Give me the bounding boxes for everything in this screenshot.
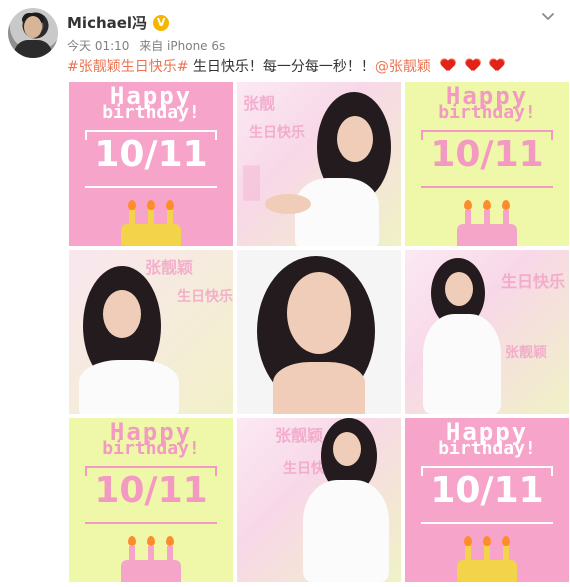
cake-icon (457, 200, 517, 246)
post-meta: 今天 01:10 来自 iPhone 6s (67, 37, 231, 54)
card-birthday-text: birthday! (438, 438, 536, 459)
image-tile-photo[interactable] (237, 250, 401, 414)
card-date: 10/11 (94, 134, 208, 175)
card-date: 10/11 (430, 470, 544, 511)
decorative-characters: 生日快乐 (249, 125, 305, 141)
card-birthday-text: birthday! (438, 102, 536, 123)
weibo-post: Michael冯 V 今天 01:10 来自 iPhone 6s #张靓颖生日快… (0, 0, 570, 587)
shoulders (273, 362, 365, 414)
verified-badge-icon: V (153, 14, 170, 31)
decorative-characters: 张靓颖 (275, 426, 324, 445)
cake-icon (121, 536, 181, 582)
image-tile-birthday-card[interactable]: Happy birthday! 10/11 (69, 82, 233, 246)
image-grid: Happy birthday! 10/11 张靓 生日快乐 ▮ Happy bi… (69, 82, 569, 583)
white-top (295, 178, 379, 246)
face (103, 290, 141, 338)
post-source: 来自 iPhone 6s (139, 39, 226, 53)
image-tile-birthday-card[interactable]: Happy birthday! 10/11 (69, 418, 233, 582)
heart-emoji-icon (441, 59, 455, 72)
image-tile-birthday-card[interactable]: Happy birthday! 10/11 (405, 82, 569, 246)
decorative-characters: 生日快乐 (501, 272, 566, 291)
chevron-down-icon[interactable] (540, 8, 556, 24)
post-text: #张靓颖生日快乐# 生日快乐！每一分每一秒！！@张靓颖 (67, 58, 504, 76)
heart-emoji-icon (490, 59, 504, 72)
white-top (303, 480, 389, 582)
decorative-characters: 张靓颖 (505, 345, 547, 361)
decorative-characters: 生日快乐 (177, 289, 233, 305)
post-time[interactable]: 今天 01:10 (67, 39, 129, 53)
avatar-shirt (14, 40, 52, 58)
name-row: Michael冯 V (67, 12, 170, 33)
heart-emoji-icon (466, 59, 480, 72)
image-tile-birthday-card[interactable]: Happy birthday! 10/11 (405, 418, 569, 582)
card-birthday-text: birthday! (102, 438, 200, 459)
face (333, 432, 361, 466)
face (287, 272, 351, 354)
cake-icon (121, 200, 181, 246)
image-tile-photo[interactable]: 生日快乐 张靓颖 (405, 250, 569, 414)
hashtag-link[interactable]: #张靓颖生日快乐# (67, 59, 188, 75)
cake-icon (457, 536, 517, 582)
decorative-characters: 张靓颖 (145, 258, 194, 277)
post-message: 生日快乐！每一分每一秒！！ (188, 59, 375, 75)
card-date: 10/11 (430, 134, 544, 175)
white-top (423, 314, 501, 414)
card-birthday-text: birthday! (102, 102, 200, 123)
arm (265, 194, 311, 214)
face (337, 116, 373, 162)
avatar-face (24, 16, 42, 38)
mention-link[interactable]: @张靓颖 (375, 59, 431, 75)
avatar[interactable] (8, 8, 58, 58)
image-tile-photo[interactable]: 张靓颖 生日快乐 (237, 418, 401, 582)
image-tile-photo[interactable]: 张靓 生日快乐 ▮ (237, 82, 401, 246)
white-top (79, 360, 179, 414)
face (445, 272, 473, 306)
username[interactable]: Michael冯 (67, 12, 147, 33)
card-date: 10/11 (94, 470, 208, 511)
decorative-characters: 张靓 (243, 94, 276, 113)
decorative-shape: ▮ (239, 152, 265, 206)
image-tile-photo[interactable]: 张靓颖 生日快乐 (69, 250, 233, 414)
